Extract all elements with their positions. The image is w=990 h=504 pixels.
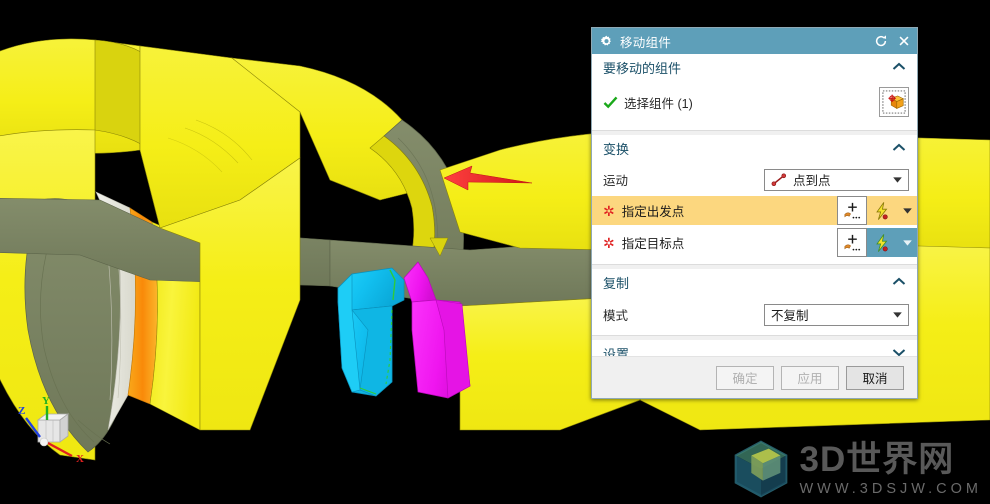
section-title-components: 要移动的组件 — [603, 61, 682, 76]
chevron-up-icon[interactable] — [891, 140, 907, 158]
dialog-title: 移动组件 — [620, 35, 672, 50]
section-header-settings[interactable]: 设置 — [592, 340, 917, 356]
mode-label: 模式 — [603, 309, 629, 323]
motion-label: 运动 — [603, 174, 629, 188]
point-snap-icon[interactable] — [867, 196, 897, 225]
section-transform: 变换 运动 点到点 ✲ 指定出发点 ✲ 指定目标点 — [592, 135, 917, 265]
specify-start-point-label-wrap[interactable]: ✲ 指定出发点 — [592, 196, 837, 225]
section-header-components[interactable]: 要移动的组件 — [592, 54, 917, 81]
apply-button[interactable]: 应用 — [781, 365, 839, 390]
dialog-titlebar[interactable]: 移动组件 — [592, 28, 917, 54]
point-to-point-icon — [771, 173, 787, 187]
select-component-row[interactable]: 选择组件 (1) — [592, 83, 917, 123]
specify-target-point-row[interactable]: ✲ 指定目标点 — [592, 228, 917, 257]
section-components: 要移动的组件 选择组件 (1) — [592, 54, 917, 131]
required-asterisk-icon: ✲ — [603, 234, 615, 251]
section-body-copy: 模式 不复制 — [592, 296, 917, 335]
mode-dropdown[interactable]: 不复制 — [764, 303, 909, 326]
green-check-icon — [603, 96, 618, 109]
motion-value: 点到点 — [793, 174, 831, 188]
chevron-down-icon[interactable] — [890, 176, 904, 183]
section-body-transform: 运动 点到点 ✲ 指定出发点 ✲ 指定目标点 — [592, 162, 917, 264]
chevron-down-icon[interactable] — [897, 228, 917, 257]
specify-start-point-label: 指定出发点 — [621, 205, 685, 219]
motion-dropdown[interactable]: 点到点 — [764, 168, 909, 191]
dialog-body: 要移动的组件 选择组件 (1) 变换 运动 点到点 ✲ 指定出发点 ✲ 指定目标… — [592, 54, 917, 356]
select-component-label: 选择组件 (1) — [624, 96, 693, 111]
triad-y-label: Y — [42, 395, 50, 407]
mode-value: 不复制 — [771, 309, 809, 323]
section-settings: 设置 — [592, 340, 917, 356]
select-component-cube-icon[interactable] — [879, 87, 909, 117]
section-header-copy[interactable]: 复制 — [592, 269, 917, 296]
chevron-down-icon[interactable] — [891, 345, 907, 357]
chevron-up-icon[interactable] — [891, 274, 907, 292]
dialog-footer: 确定 应用 取消 — [592, 356, 917, 398]
specify-target-point-label: 指定目标点 — [621, 237, 685, 251]
section-title-settings: 设置 — [603, 347, 630, 356]
specify-start-point-row[interactable]: ✲ 指定出发点 — [592, 196, 917, 225]
section-copy: 复制 模式 不复制 — [592, 269, 917, 336]
specify-target-point-label-wrap[interactable]: ✲ 指定目标点 — [592, 228, 837, 257]
close-icon[interactable] — [897, 34, 911, 48]
motion-row: 运动 点到点 — [592, 166, 917, 193]
move-component-dialog: 移动组件 要移动的组件 选择组件 (1) 变换 运动 点到点 ✲ 指定出发点 ✲… — [591, 27, 918, 399]
point-snap-icon[interactable] — [867, 228, 897, 257]
section-body-components: 选择组件 (1) — [592, 81, 917, 130]
chevron-up-icon[interactable] — [891, 59, 907, 77]
cancel-button[interactable]: 取消 — [846, 365, 904, 390]
gear-icon[interactable] — [600, 35, 613, 48]
section-title-transform: 变换 — [603, 142, 630, 157]
required-asterisk-icon: ✲ — [603, 202, 615, 219]
point-constructor-icon[interactable] — [837, 196, 867, 225]
triad-z-label: Z — [18, 405, 25, 417]
chevron-down-icon[interactable] — [890, 311, 904, 318]
ok-button[interactable]: 确定 — [716, 365, 774, 390]
section-header-transform[interactable]: 变换 — [592, 135, 917, 162]
mode-row: 模式 不复制 — [592, 301, 917, 328]
triad-x-label: X — [76, 453, 84, 465]
section-title-copy: 复制 — [603, 276, 630, 291]
point-constructor-icon[interactable] — [837, 228, 867, 257]
chevron-down-icon[interactable] — [897, 196, 917, 225]
screen: X Y Z 移动组件 要移动的组件 选择组件 (1) 变换 运动 点到点 ✲ 指… — [0, 0, 990, 504]
reset-icon[interactable] — [874, 34, 888, 48]
